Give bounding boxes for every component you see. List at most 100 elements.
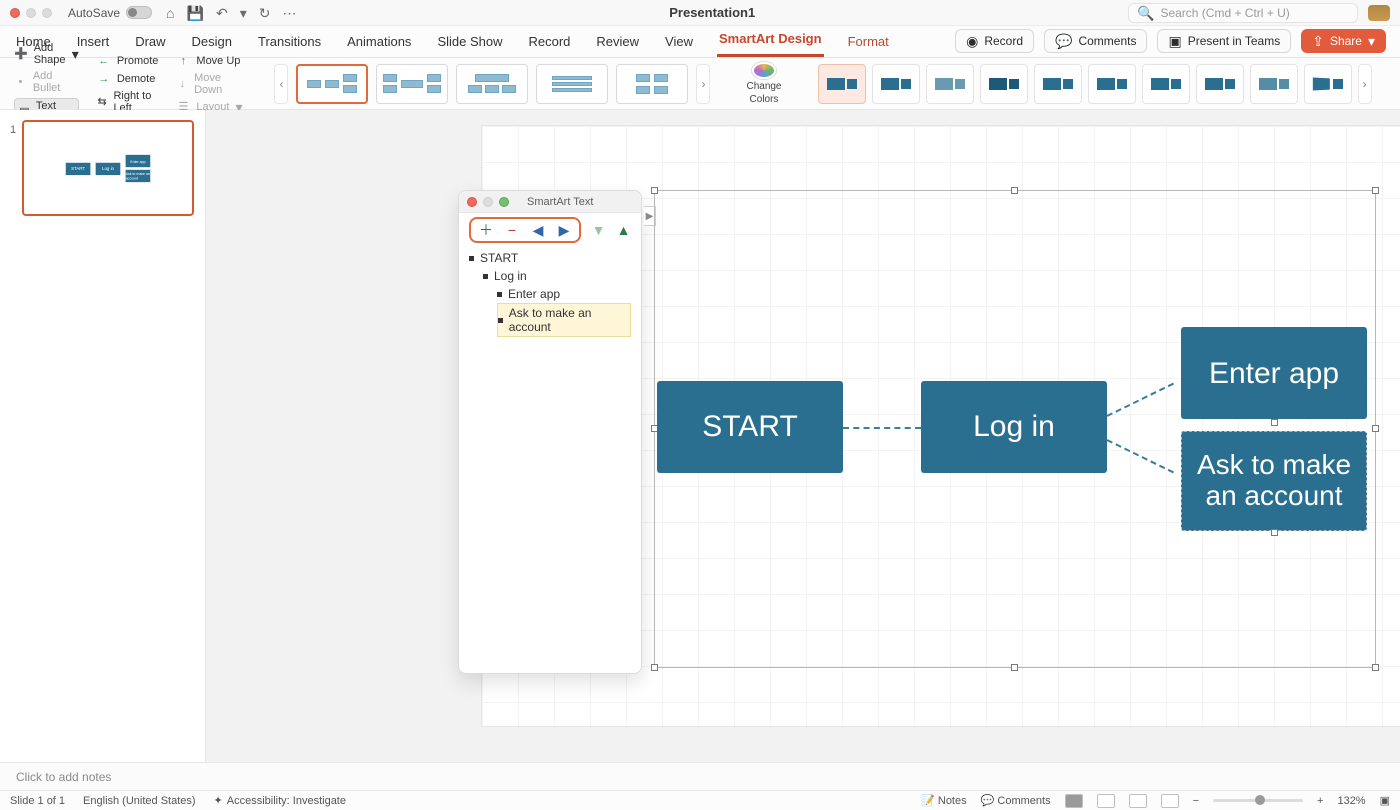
style-option-8[interactable]: [1196, 64, 1244, 104]
record-button[interactable]: ◉Record: [955, 29, 1034, 53]
text-pane-header[interactable]: SmartArt Text: [459, 191, 641, 213]
zoom-level[interactable]: 132%: [1337, 795, 1365, 807]
tab-view[interactable]: View: [663, 28, 695, 57]
fit-to-window-button[interactable]: ▣: [1380, 794, 1390, 807]
style-option-7[interactable]: [1142, 64, 1190, 104]
slide-thumbnail-preview[interactable]: START Log in Enter app Ask to make an ac…: [22, 120, 194, 216]
share-button[interactable]: ⇪Share▾: [1301, 29, 1386, 53]
tp-outdent-button[interactable]: ◀: [529, 221, 547, 239]
gallery-next[interactable]: ›: [696, 64, 710, 104]
autosave-switch[interactable]: [126, 6, 152, 19]
outline-text: Ask to make an account: [509, 306, 630, 334]
style-gallery: ›: [814, 62, 1376, 105]
notes-pane[interactable]: Click to add notes: [0, 762, 1400, 790]
zoom-out-button[interactable]: −: [1193, 795, 1199, 807]
tab-smartart-design[interactable]: SmartArt Design: [717, 25, 824, 57]
undo-more-icon[interactable]: ▾: [240, 6, 247, 20]
outline-item[interactable]: Enter app: [497, 285, 631, 303]
style-option-1[interactable]: [818, 64, 866, 104]
slide-thumbnail-panel[interactable]: 1 START Log in Enter app Ask to make an …: [0, 110, 206, 762]
outline-item-editing[interactable]: Ask to make an account: [497, 303, 631, 337]
layout-option-2[interactable]: [376, 64, 448, 104]
outline-item[interactable]: Log in: [483, 267, 631, 285]
promote-button[interactable]: ←Promote: [97, 54, 159, 68]
move-down-button[interactable]: ↓Move Down: [176, 72, 242, 96]
status-comments-button[interactable]: 💬 Comments: [981, 794, 1051, 807]
style-option-5[interactable]: [1034, 64, 1082, 104]
status-language[interactable]: English (United States): [83, 795, 196, 807]
add-shape-label: Add Shape: [34, 42, 66, 66]
search-placeholder: Search (Cmd + Ctrl + U): [1160, 6, 1289, 20]
move-up-button[interactable]: ↑Move Up: [176, 54, 242, 68]
zoom-slider[interactable]: [1213, 799, 1303, 802]
tp-down-button[interactable]: ▼: [591, 221, 606, 239]
node-resize-handle[interactable]: [1271, 529, 1278, 536]
tab-record[interactable]: Record: [526, 28, 572, 57]
slide-editor[interactable]: SmartArt Text ＋ − ◀ ▶ ▼ ▲ START Log in E…: [206, 110, 1400, 762]
tp-indent-button[interactable]: ▶: [555, 221, 573, 239]
comments-button[interactable]: 💬Comments: [1044, 29, 1147, 53]
style-option-3[interactable]: [926, 64, 974, 104]
tp-up-button[interactable]: ▲: [616, 221, 631, 239]
account-icon[interactable]: [1368, 5, 1390, 21]
gallery-prev[interactable]: ‹: [274, 64, 288, 104]
status-notes-button[interactable]: 📝 Notes: [921, 794, 967, 807]
zoom-window-icon[interactable]: [42, 8, 52, 18]
minimize-window-icon[interactable]: [26, 8, 36, 18]
layout-option-5[interactable]: [616, 64, 688, 104]
change-colors-button[interactable]: Change Colors: [738, 62, 789, 105]
status-accessibility[interactable]: ✦Accessibility: Investigate: [214, 794, 346, 807]
style-option-9[interactable]: [1250, 64, 1298, 104]
redo-icon[interactable]: ↻: [259, 6, 271, 20]
smartart-node-ask-account[interactable]: Ask to make an account: [1181, 431, 1367, 531]
smartart-selection-frame[interactable]: START Log in Enter app Ask to make an ac…: [654, 190, 1376, 668]
zoom-thumb[interactable]: [1255, 795, 1265, 805]
text-pane-outline[interactable]: START Log in Enter app Ask to make an ac…: [459, 247, 641, 347]
autosave-toggle[interactable]: AutoSave: [68, 6, 152, 20]
layout-option-3[interactable]: [456, 64, 528, 104]
tp-add-button[interactable]: ＋: [477, 221, 495, 239]
style-option-4[interactable]: [980, 64, 1028, 104]
smartart-node-login[interactable]: Log in: [921, 381, 1107, 473]
tab-review[interactable]: Review: [594, 28, 641, 57]
view-reading-button[interactable]: [1129, 794, 1147, 808]
style-option-2[interactable]: [872, 64, 920, 104]
bullet-icon: [497, 292, 502, 297]
tp-remove-button[interactable]: −: [503, 221, 521, 239]
smartart-node-start[interactable]: START: [657, 381, 843, 473]
save-icon[interactable]: 💾: [187, 6, 204, 20]
demote-button[interactable]: →Demote: [97, 72, 159, 86]
layout-option-4[interactable]: [536, 64, 608, 104]
smartart-node-enter-app[interactable]: Enter app: [1181, 327, 1367, 419]
present-teams-button[interactable]: ▣Present in Teams: [1157, 29, 1291, 53]
smartart-text-pane[interactable]: SmartArt Text ＋ − ◀ ▶ ▼ ▲ START Log in E…: [458, 190, 642, 674]
style-gallery-next[interactable]: ›: [1358, 64, 1372, 104]
pane-minimize-icon[interactable]: [483, 197, 493, 207]
zoom-in-button[interactable]: +: [1317, 795, 1323, 807]
tab-format[interactable]: Format: [846, 28, 891, 57]
chevron-down-icon: ▾: [72, 47, 79, 61]
tab-animations[interactable]: Animations: [345, 28, 413, 57]
layout-option-1[interactable]: [296, 64, 368, 104]
text-pane-toolbar-highlight: ＋ − ◀ ▶: [469, 217, 581, 243]
view-sorter-button[interactable]: [1097, 794, 1115, 808]
close-window-icon[interactable]: [10, 8, 20, 18]
home-icon[interactable]: ⌂: [166, 6, 174, 20]
view-normal-button[interactable]: [1065, 794, 1083, 808]
undo-icon[interactable]: ↶: [216, 6, 228, 20]
more-icon[interactable]: ⋯: [282, 6, 296, 20]
pane-zoom-icon[interactable]: [499, 197, 509, 207]
search-field[interactable]: 🔍 Search (Cmd + Ctrl + U): [1128, 3, 1358, 23]
tab-slideshow[interactable]: Slide Show: [435, 28, 504, 57]
smartart-graphic[interactable]: START Log in Enter app Ask to make an ac…: [655, 191, 1375, 667]
style-option-6[interactable]: [1088, 64, 1136, 104]
add-shape-button[interactable]: ➕Add Shape ▾: [14, 42, 79, 66]
view-slideshow-button[interactable]: [1161, 794, 1179, 808]
add-bullet-button[interactable]: •Add Bullet: [14, 70, 79, 94]
slide-thumbnail-1[interactable]: 1 START Log in Enter app Ask to make an …: [10, 120, 195, 216]
node-resize-handle[interactable]: [1271, 419, 1278, 426]
style-option-10[interactable]: [1304, 64, 1352, 104]
tab-transitions[interactable]: Transitions: [256, 28, 323, 57]
pane-close-icon[interactable]: [467, 197, 477, 207]
outline-item[interactable]: START: [469, 249, 631, 267]
